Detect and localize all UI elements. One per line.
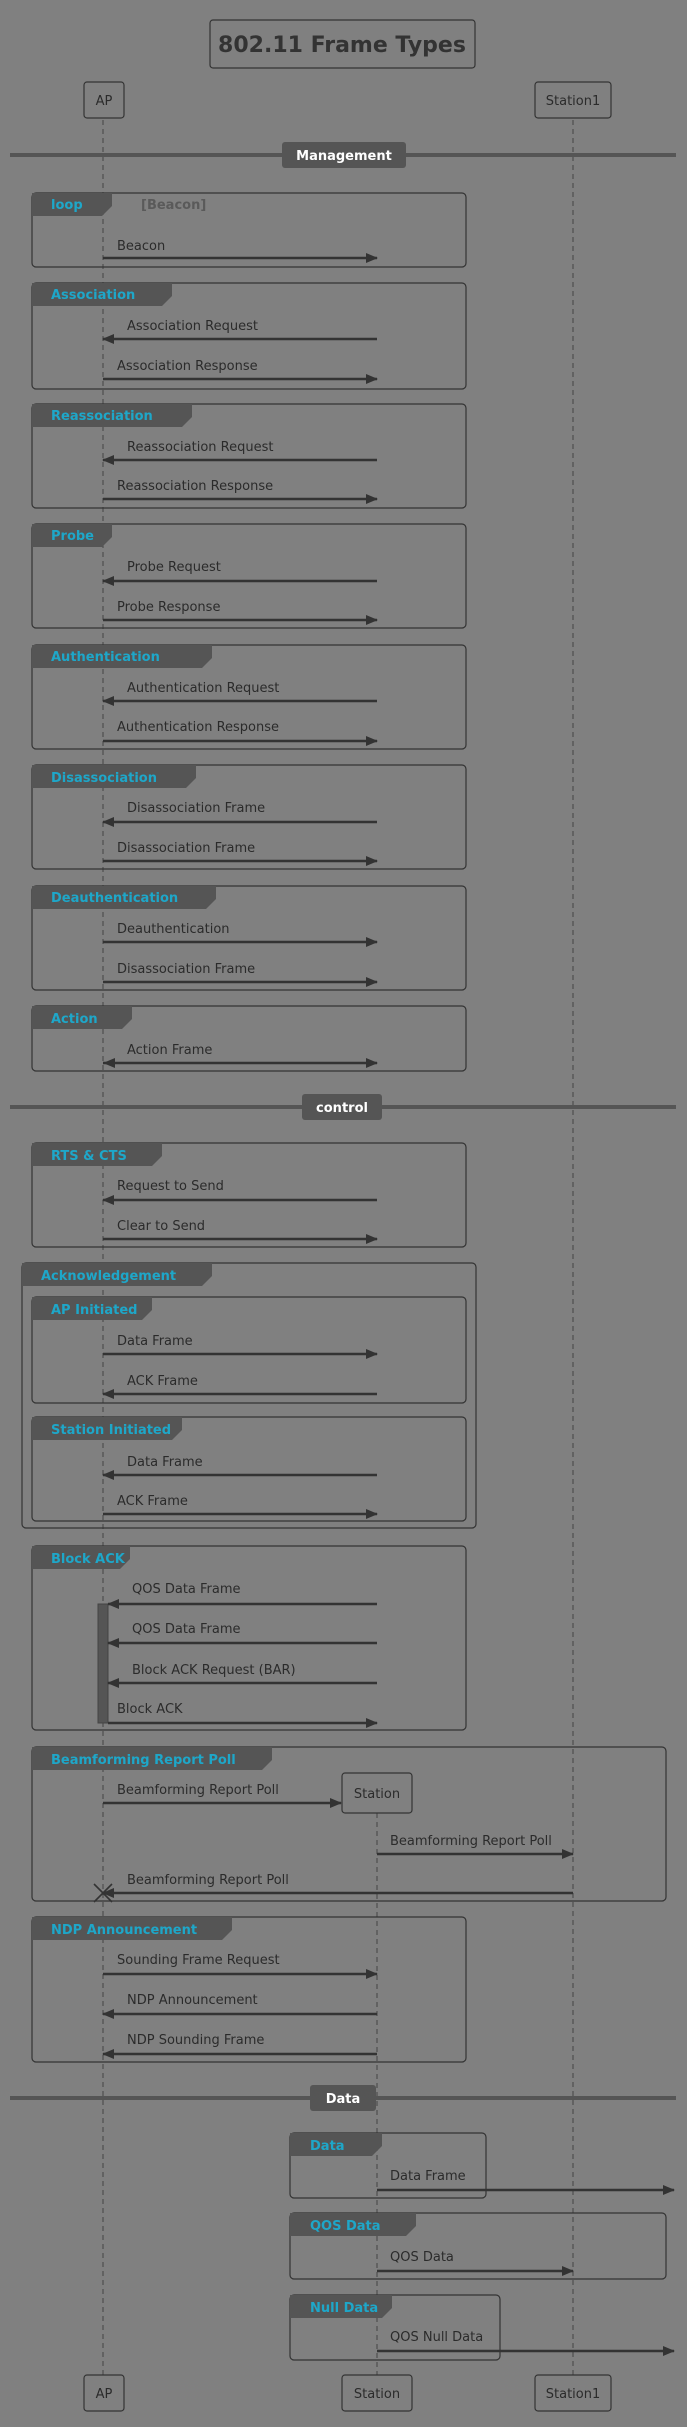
msg-reassoc-resp-label: Reassociation Response <box>117 479 273 494</box>
msg-st-data-label: Data Frame <box>127 1455 203 1470</box>
participant-ap-top: AP <box>83 81 125 119</box>
group-qos-data: QOS Data <box>289 2212 667 2280</box>
group-label-block-ack: Block ACK <box>51 1552 126 1567</box>
msg-probe-resp-label: Probe Response <box>117 600 220 615</box>
group-label-station-initiated: Station Initiated <box>51 1423 171 1438</box>
group-label-action: Action <box>51 1012 98 1027</box>
participant-station-bottom-label: Station <box>354 2387 400 2402</box>
msg-action-label: Action Frame <box>127 1043 212 1058</box>
group-rts-cts: RTS & CTS <box>31 1142 467 1248</box>
msg-action-back-arrowhead <box>103 1058 115 1068</box>
msg-bar-label: Block ACK Request (BAR) <box>132 1663 296 1678</box>
msg-ndp-ann-label: NDP Announcement <box>127 1993 258 2008</box>
group-label-data: Data <box>310 2139 345 2154</box>
msg-st-ack-label: ACK Frame <box>117 1494 188 1509</box>
participant-station-bottom: Station <box>341 2374 413 2412</box>
group-label-qos-data: QOS Data <box>310 2219 381 2234</box>
msg-probe-req-label: Probe Request <box>127 560 221 575</box>
msg-disassoc-1-label: Disassociation Frame <box>127 801 265 816</box>
msg-rts-label: Request to Send <box>117 1179 224 1194</box>
group-label-deauthentication: Deauthentication <box>51 891 178 906</box>
group-label-acknowledgement: Acknowledgement <box>41 1269 176 1284</box>
section-control: control <box>10 1094 676 1120</box>
participant-ap-bottom: AP <box>83 2374 125 2412</box>
msg-qos-data-label: QOS Data <box>390 2250 454 2265</box>
group-action: Action <box>31 1005 467 1072</box>
group-probe: Probe <box>31 523 467 629</box>
group-label-authentication: Authentication <box>51 650 160 665</box>
group-label-null-data: Null Data <box>310 2301 378 2316</box>
participant-station-created: Station <box>341 1772 413 1814</box>
participant-station-label: Station <box>354 1787 400 1802</box>
group-block-ack: Block ACK <box>31 1545 467 1731</box>
group-label-probe: Probe <box>51 529 94 544</box>
msg-deauth-label: Deauthentication <box>117 922 230 937</box>
title-box: 802.11 Frame Types <box>209 19 476 69</box>
group-condition-beacon: [Beacon] <box>141 198 206 213</box>
msg-ndp-sound-label: NDP Sounding Frame <box>127 2033 264 2048</box>
group-label-beamforming: Beamforming Report Poll <box>51 1753 236 1768</box>
section-label-management: Management <box>296 149 392 164</box>
section-data: Data <box>10 2085 676 2111</box>
participant-ap-label: AP <box>96 94 113 109</box>
msg-assoc-req-label: Association Request <box>127 319 258 334</box>
participant-station1-top: Station1 <box>534 81 612 119</box>
group-ap-initiated: AP Initiated <box>31 1296 467 1404</box>
msg-bf-3-label: Beamforming Report Poll <box>127 1873 289 1888</box>
msg-ap-data-label: Data Frame <box>117 1334 193 1349</box>
participant-ap-bottom-label: AP <box>96 2387 113 2402</box>
group-label-reassociation: Reassociation <box>51 409 153 424</box>
section-label-control: control <box>316 1101 368 1116</box>
participant-station1-bottom-label: Station1 <box>546 2387 601 2402</box>
msg-qos-1-label: QOS Data Frame <box>132 1582 241 1597</box>
sequence-diagram: 802.11 Frame Types AP Station1 Managemen… <box>10 19 676 2412</box>
group-data: Data <box>289 2132 487 2199</box>
msg-auth-resp-label: Authentication Response <box>117 720 279 735</box>
group-label-loop: loop <box>51 198 83 213</box>
activation-bar-ap <box>97 1603 109 1724</box>
group-station-initiated: Station Initiated <box>31 1416 467 1522</box>
msg-beacon-label: Beacon <box>117 239 165 254</box>
group-label-rts-cts: RTS & CTS <box>51 1149 127 1164</box>
msg-ap-ack-label: ACK Frame <box>127 1374 198 1389</box>
msg-qos-2-label: QOS Data Frame <box>132 1622 241 1637</box>
msg-disassoc-2-label: Disassociation Frame <box>117 841 255 856</box>
participant-station1-label: Station1 <box>546 94 601 109</box>
msg-qos-null-label: QOS Null Data <box>390 2330 483 2345</box>
group-label-ndp: NDP Announcement <box>51 1923 197 1938</box>
group-label-ap-initiated: AP Initiated <box>51 1303 137 1318</box>
msg-auth-req-label: Authentication Request <box>127 681 279 696</box>
msg-data-frame-label: Data Frame <box>390 2169 466 2184</box>
msg-cts-label: Clear to Send <box>117 1219 205 1234</box>
msg-bf-2-label: Beamforming Report Poll <box>390 1834 552 1849</box>
section-management: Management <box>10 142 676 168</box>
group-loop: loop [Beacon] <box>31 192 467 268</box>
diagram-title: 802.11 Frame Types <box>218 33 466 58</box>
participant-station1-bottom: Station1 <box>534 2374 612 2412</box>
msg-sounding-label: Sounding Frame Request <box>117 1953 280 1968</box>
msg-assoc-resp-label: Association Response <box>117 359 258 374</box>
msg-block-ack-label: Block ACK <box>117 1702 183 1717</box>
group-label-disassociation: Disassociation <box>51 771 157 786</box>
msg-bf-1-label: Beamforming Report Poll <box>117 1783 279 1798</box>
section-label-data: Data <box>326 2092 361 2107</box>
msg-deauth-disassoc-label: Disassociation Frame <box>117 962 255 977</box>
group-label-association: Association <box>51 288 135 303</box>
msg-reassoc-req-label: Reassociation Request <box>127 440 273 455</box>
